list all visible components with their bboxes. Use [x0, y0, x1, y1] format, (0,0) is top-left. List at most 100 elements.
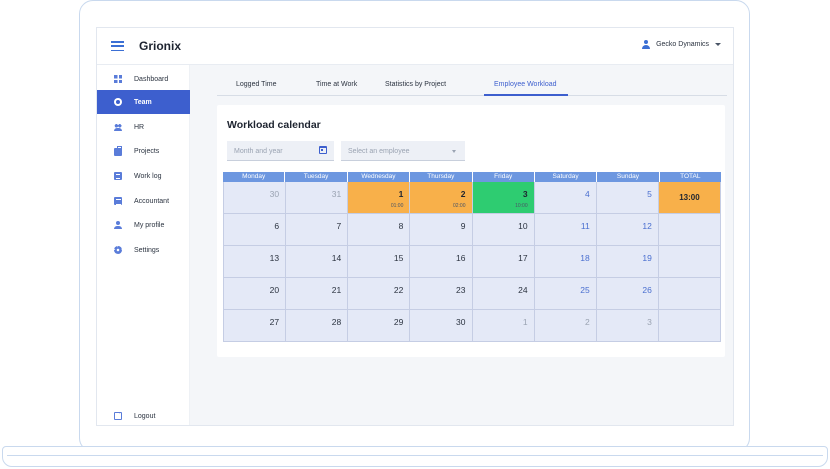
calendar-day-cell[interactable]: 14: [286, 246, 349, 278]
sidebar-item-label: Work log: [134, 172, 162, 180]
calendar-week-row: 13 14 15 16 17 18 19: [223, 246, 721, 278]
sidebar-item-label: HR: [134, 123, 145, 131]
day-number: 9: [460, 221, 466, 231]
week-total-cell: [658, 214, 721, 246]
day-number: 2: [460, 189, 466, 199]
day-number: 30: [269, 189, 280, 199]
calendar-day-cell[interactable]: 16: [410, 246, 473, 278]
sidebar-item-settings[interactable]: Settings: [97, 238, 190, 262]
week-total-value: 13:00: [679, 193, 700, 202]
calendar-day-cell[interactable]: 1: [472, 310, 535, 342]
day-number: 28: [331, 317, 342, 327]
tab-time-at-work[interactable]: Time at Work: [316, 81, 357, 88]
calendar-header-thursday: Thursday: [410, 172, 473, 182]
sidebar-item-accountant[interactable]: Accountant: [97, 189, 190, 213]
calendar-day-cell[interactable]: 13: [223, 246, 287, 278]
calendar-day-cell[interactable]: 27: [223, 310, 287, 342]
tab-logged-time[interactable]: Logged Time: [236, 81, 276, 88]
sidebar: Dashboard Team HR Projects Work log Acco…: [97, 65, 190, 425]
calendar-day-cell[interactable]: 28: [286, 310, 349, 342]
day-number: 30: [456, 317, 466, 327]
calendar-day-cell[interactable]: 26: [596, 278, 659, 310]
calendar-day-cell[interactable]: 2 02:00: [410, 182, 473, 214]
day-number: 8: [398, 221, 404, 231]
brand-logo: Grionix: [139, 39, 182, 53]
calendar-header-saturday: Saturday: [534, 172, 598, 182]
calendar-day-cell[interactable]: 11: [534, 214, 597, 246]
calendar-day-cell[interactable]: 2: [534, 310, 597, 342]
sidebar-item-dashboard[interactable]: Dashboard: [97, 67, 190, 91]
week-total-cell: [658, 246, 721, 278]
day-number: 23: [456, 285, 466, 295]
logout-button[interactable]: Logout: [97, 404, 190, 425]
day-number: 11: [580, 221, 590, 231]
month-year-picker[interactable]: Month and year: [227, 141, 334, 161]
user-menu[interactable]: Gecko Dynamics: [641, 40, 721, 49]
logged-hours: 10:00: [515, 203, 528, 209]
day-number: 31: [331, 189, 342, 199]
sidebar-item-label: Team: [134, 98, 152, 106]
briefcase-icon: [114, 146, 122, 156]
calendar-day-cell[interactable]: 18: [534, 246, 597, 278]
day-number: 6: [274, 221, 280, 231]
sidebar-item-team[interactable]: Team: [97, 90, 190, 114]
calendar-day-cell[interactable]: 12: [596, 214, 659, 246]
calendar-day-cell[interactable]: 22: [348, 278, 411, 310]
calendar-day-cell[interactable]: 5: [596, 182, 659, 214]
employee-select[interactable]: Select an employee: [341, 141, 465, 161]
team-icon: [114, 98, 122, 106]
calendar-day-cell[interactable]: 6: [223, 214, 287, 246]
day-number: 18: [580, 253, 590, 263]
calendar-day-cell[interactable]: 17: [472, 246, 535, 278]
calendar-day-cell[interactable]: 31: [286, 182, 349, 214]
calendar-day-cell[interactable]: 19: [596, 246, 659, 278]
sidebar-item-my-profile[interactable]: My profile: [97, 213, 190, 237]
calendar-day-cell[interactable]: 20: [223, 278, 287, 310]
logout-icon: [114, 409, 122, 420]
calendar-day-cell[interactable]: 8: [348, 214, 411, 246]
day-number: 25: [580, 285, 590, 295]
day-number: 29: [393, 317, 404, 327]
calendar-day-cell[interactable]: 25: [534, 278, 597, 310]
hamburger-menu-icon[interactable]: [111, 41, 124, 52]
day-number: 1: [522, 317, 528, 327]
calendar-header-monday: Monday: [223, 172, 286, 182]
calendar-day-cell[interactable]: 15: [348, 246, 411, 278]
calendar-day-cell[interactable]: 3 10:00: [472, 182, 535, 214]
employee-placeholder: Select an employee: [348, 148, 410, 155]
calendar-body: 30 31 1 01:00 2 02:00 3 10:00 4 5 13:00 6 7 8 9 10 11 12 1…: [223, 182, 721, 342]
hr-icon: [114, 123, 122, 131]
sidebar-item-projects[interactable]: Projects: [97, 139, 190, 163]
calendar-day-cell[interactable]: 1 01:00: [348, 182, 411, 214]
tab-statistics-by-project[interactable]: Statistics by Project: [385, 81, 446, 88]
calendar-day-cell[interactable]: 4: [534, 182, 597, 214]
calendar-day-cell[interactable]: 30: [410, 310, 473, 342]
calendar-week-row: 27 28 29 30 1 2 3: [223, 310, 721, 342]
calendar-day-cell[interactable]: 3: [596, 310, 659, 342]
calendar-week-row: 6 7 8 9 10 11 12: [223, 214, 721, 246]
week-total-cell: 13:00: [658, 182, 721, 214]
day-number: 12: [642, 221, 652, 231]
calendar-day-cell[interactable]: 9: [410, 214, 473, 246]
worklog-icon: [114, 172, 122, 180]
calendar-day-cell[interactable]: 7: [286, 214, 349, 246]
calendar-week-row: 30 31 1 01:00 2 02:00 3 10:00 4 5 13:00: [223, 182, 721, 214]
day-number: 20: [269, 285, 280, 295]
tab-employee-workload[interactable]: Employee Workload: [494, 81, 557, 88]
calendar-day-cell[interactable]: 30: [223, 182, 287, 214]
calendar-day-cell[interactable]: 10: [472, 214, 535, 246]
calendar-header-friday: Friday: [472, 172, 535, 182]
calendar-day-cell[interactable]: 29: [348, 310, 411, 342]
day-number: 4: [585, 189, 590, 199]
sidebar-item-work-log[interactable]: Work log: [97, 164, 190, 188]
user-icon: [641, 40, 650, 49]
sidebar-item-label: Projects: [134, 147, 160, 155]
calendar-day-cell[interactable]: 23: [410, 278, 473, 310]
calendar-day-cell[interactable]: 21: [286, 278, 349, 310]
day-number: 24: [518, 285, 528, 295]
sidebar-item-hr[interactable]: HR: [97, 115, 190, 139]
chevron-down-icon: [715, 43, 721, 46]
calendar-icon[interactable]: [319, 146, 327, 154]
calendar-day-cell[interactable]: 24: [472, 278, 535, 310]
day-number: 13: [269, 253, 280, 263]
